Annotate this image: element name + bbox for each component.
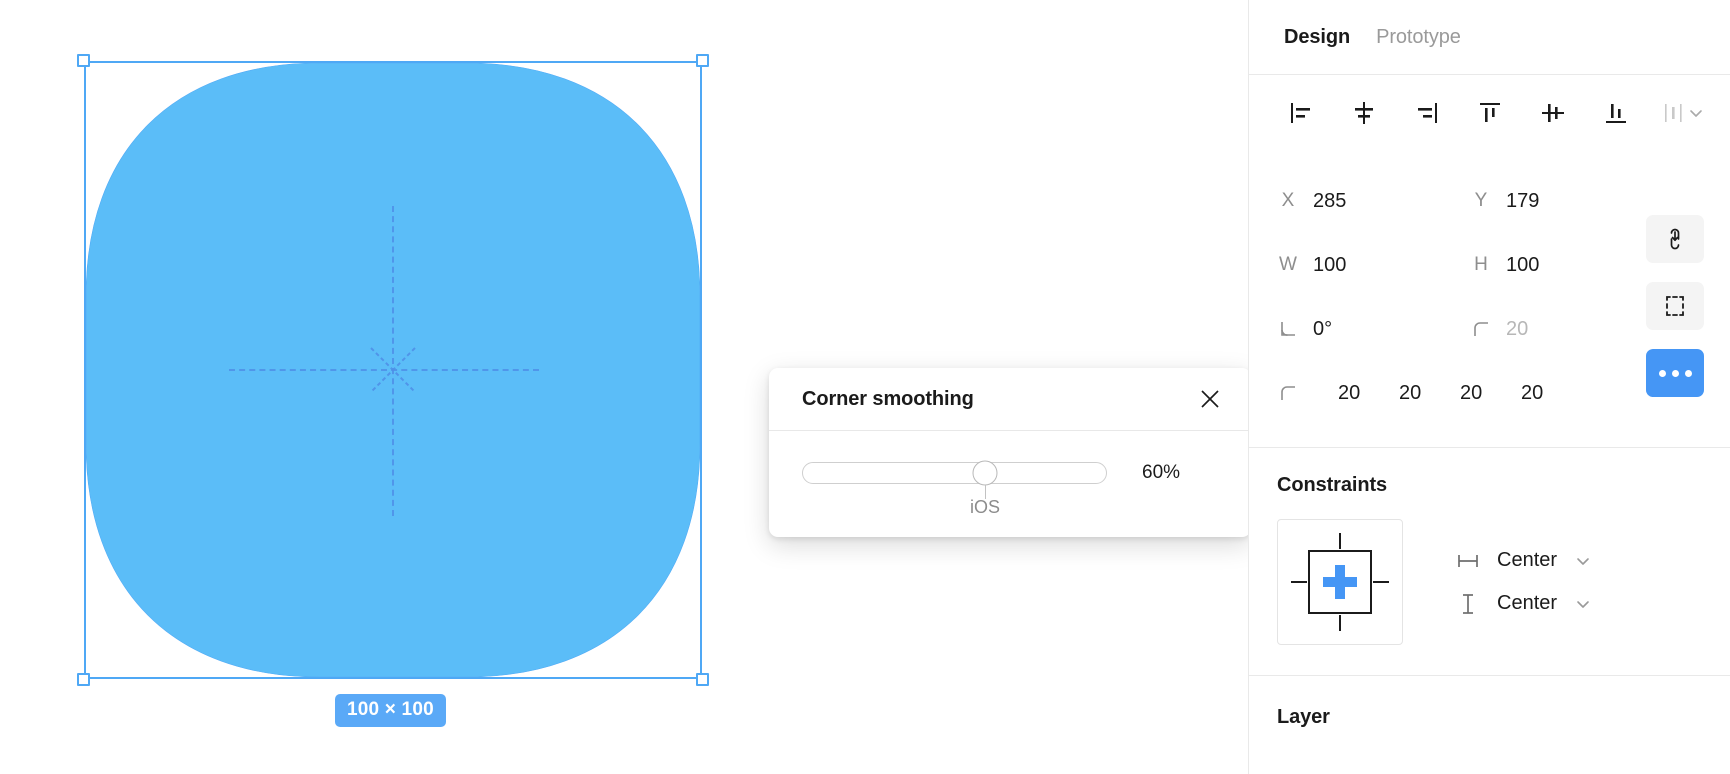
y-label: Y: [1474, 190, 1488, 211]
selection-edge-bottom: [84, 677, 702, 679]
slider-value-label[interactable]: 60%: [1142, 462, 1180, 484]
rotation-field[interactable]: 0°: [1277, 318, 1470, 341]
layer-title: Layer: [1277, 706, 1330, 728]
position-row: X 285 Y 179: [1277, 169, 1704, 233]
corner-top-left-value[interactable]: 20: [1338, 382, 1360, 405]
individual-corners-icon: [1277, 383, 1299, 403]
panel-tabs: Design Prototype: [1249, 0, 1730, 74]
constraints-body: Center Center: [1277, 519, 1704, 645]
corner-bottom-left-field[interactable]: 20: [1521, 382, 1582, 405]
popover-header: Corner smoothing: [769, 368, 1248, 431]
design-canvas[interactable]: 100 × 100 Corner smoothing iOS 60%: [0, 0, 1248, 774]
vertical-constraint-value: Center: [1497, 592, 1558, 614]
width-value[interactable]: 100: [1313, 254, 1346, 277]
vertical-constraint-dropdown[interactable]: Center: [1457, 592, 1591, 615]
size-row: W 100 H 100: [1277, 233, 1704, 297]
chevron-down-icon: [1690, 110, 1702, 117]
horizontal-constraint-value: Center: [1497, 549, 1558, 571]
tab-prototype[interactable]: Prototype: [1376, 26, 1461, 49]
align-horizontal-centers-icon[interactable]: [1340, 93, 1387, 133]
slider-tick-label: iOS: [969, 497, 1001, 517]
corner-smoothing-slider[interactable]: iOS: [802, 460, 1107, 517]
selection-edge-right: [700, 61, 702, 679]
corner-radius-field[interactable]: 20: [1470, 318, 1663, 341]
properties-panel: Design Prototype X 285 Y 179 W 100 H 100…: [1248, 0, 1730, 774]
align-vertical-centers-icon[interactable]: [1530, 93, 1577, 133]
x-value[interactable]: 285: [1313, 190, 1346, 213]
ellipsis-dots: [1658, 369, 1692, 377]
individual-corner-icon-cell: [1277, 383, 1338, 403]
align-bottom-icon[interactable]: [1593, 93, 1640, 133]
distribute-menu-icon[interactable]: [1662, 100, 1704, 126]
constraint-dropdowns: Center Center: [1443, 549, 1591, 615]
resize-handle-bottom-left[interactable]: [77, 673, 90, 686]
constrain-proportions-icon[interactable]: [1646, 215, 1704, 263]
resize-to-fit-icon[interactable]: [1646, 282, 1704, 330]
resize-handle-top-left[interactable]: [77, 54, 90, 67]
corner-top-right-value[interactable]: 20: [1399, 382, 1421, 405]
height-field[interactable]: H 100: [1470, 254, 1663, 277]
chevron-down-icon-vertical[interactable]: [1575, 596, 1591, 612]
popover-body: iOS 60%: [769, 431, 1248, 537]
size-badge: 100 × 100: [335, 694, 446, 727]
corner-bottom-right-field[interactable]: 20: [1460, 382, 1521, 405]
property-side-buttons: [1646, 215, 1704, 397]
selection-bounding-box[interactable]: [77, 54, 709, 686]
align-top-icon[interactable]: [1467, 93, 1514, 133]
width-field[interactable]: W 100: [1277, 254, 1470, 277]
tab-design[interactable]: Design: [1284, 26, 1350, 49]
constraints-title: Constraints: [1277, 474, 1388, 496]
w-label: W: [1279, 254, 1297, 275]
rotation-value[interactable]: 0°: [1313, 318, 1332, 341]
individual-corners-row: 20 20 20 20: [1277, 361, 1704, 425]
corner-top-right-field[interactable]: 20: [1399, 382, 1460, 405]
corner-radius-icon: [1470, 319, 1492, 339]
h-label: H: [1474, 254, 1488, 275]
align-left-icon[interactable]: [1277, 93, 1324, 133]
more-options-icon[interactable]: [1646, 349, 1704, 397]
corner-smoothing-popover: Corner smoothing iOS 60%: [769, 368, 1248, 537]
y-value[interactable]: 179: [1506, 190, 1539, 213]
selection-edge-left: [84, 61, 86, 679]
resize-handle-top-right[interactable]: [696, 54, 709, 67]
slider-thumb[interactable]: [972, 460, 998, 486]
chevron-down-icon-horizontal[interactable]: [1575, 553, 1591, 569]
rotation-radius-row: 0° 20: [1277, 297, 1704, 361]
angle-icon: [1277, 319, 1299, 339]
selection-edge-top: [84, 61, 702, 63]
alignment-toolbar: [1249, 75, 1730, 151]
corner-bottom-right-value[interactable]: 20: [1460, 382, 1482, 405]
y-field[interactable]: Y 179: [1470, 190, 1663, 213]
slider-track[interactable]: [802, 460, 1107, 486]
corner-top-left-field[interactable]: 20: [1338, 382, 1399, 405]
align-right-icon[interactable]: [1403, 93, 1450, 133]
constraints-section: Constraints Center Center: [1249, 448, 1730, 675]
corner-bottom-left-value[interactable]: 20: [1521, 382, 1543, 405]
popover-title: Corner smoothing: [802, 387, 974, 410]
horizontal-constraint-dropdown[interactable]: Center: [1457, 549, 1591, 572]
resize-handle-bottom-right[interactable]: [696, 673, 709, 686]
constraint-widget[interactable]: [1277, 519, 1403, 645]
close-icon[interactable]: [1194, 383, 1226, 415]
horizontal-constraint-icon: [1457, 553, 1479, 569]
vertical-constraint-icon: [1457, 593, 1479, 615]
corner-radius-value[interactable]: 20: [1506, 318, 1528, 341]
height-value[interactable]: 100: [1506, 254, 1539, 277]
x-label: X: [1281, 190, 1295, 211]
transform-properties: X 285 Y 179 W 100 H 100 0° 20 20 20 20 2…: [1249, 151, 1730, 447]
x-field[interactable]: X 285: [1277, 190, 1470, 213]
figma-editor-window: 100 × 100 Corner smoothing iOS 60% Desig…: [0, 0, 1730, 774]
layer-section: Layer: [1249, 676, 1730, 729]
